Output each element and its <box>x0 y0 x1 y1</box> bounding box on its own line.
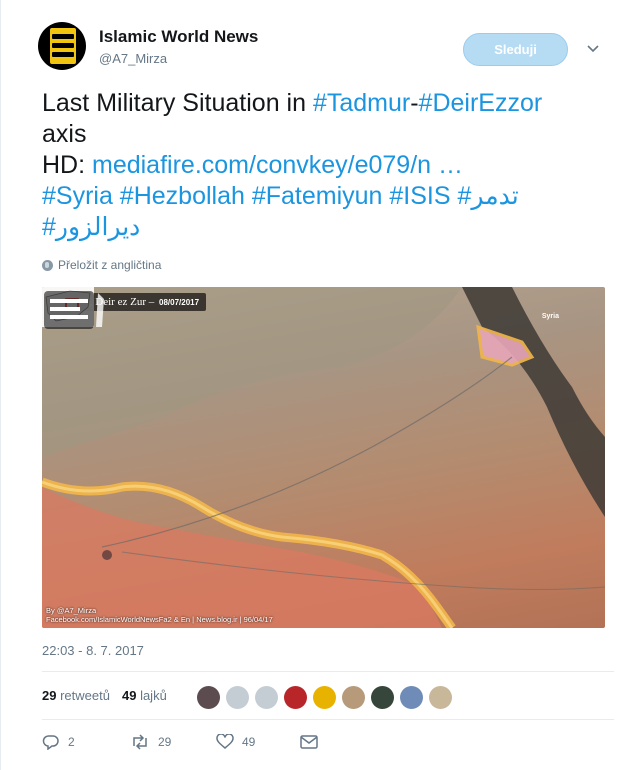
divider <box>42 719 614 720</box>
avatar[interactable] <box>38 22 86 70</box>
credit-line-2: Facebook.com/IslamicWorldNewsFa2 & En | … <box>46 615 273 624</box>
tweet-timestamp[interactable]: 22:03 - 8. 7. 2017 <box>42 643 144 658</box>
tweet-text-span: Last Military Situation in <box>42 89 313 117</box>
tweet-text: Last Military Situation in #Tadmur-#Deir… <box>42 88 612 243</box>
reply-icon <box>42 735 59 750</box>
liker-avatar[interactable] <box>197 686 220 709</box>
tweet-text-span: HD: <box>42 151 92 179</box>
map-date: 08/07/2017 <box>159 298 200 307</box>
tweet-link[interactable]: mediafire.com/convkey/e079/n … <box>92 151 463 179</box>
tweet-line-2: axis <box>42 120 87 148</box>
reply-count: 2 <box>68 735 75 749</box>
likes-count: 49 <box>121 688 137 703</box>
reply-button[interactable]: 2 <box>42 734 130 750</box>
liker-avatar[interactable] <box>400 686 423 709</box>
display-name[interactable]: Islamic World News <box>99 27 258 47</box>
retweets-count: 29 <box>42 688 57 703</box>
inset-label: Syria <box>541 313 559 320</box>
divider <box>42 671 614 672</box>
globe-icon <box>42 259 53 271</box>
map-image[interactable]: Tadmur , Deir ez Zur – 08/07/2017 Syria … <box>42 287 605 628</box>
liker-avatar[interactable] <box>255 686 278 709</box>
hashtag-tadmur[interactable]: #Tadmur <box>313 89 410 117</box>
likes-label: lajků <box>140 688 167 703</box>
likers-list <box>197 686 452 709</box>
liker-avatar[interactable] <box>371 686 394 709</box>
retweets-stat[interactable]: 29 retweetů <box>42 688 110 703</box>
liker-avatar[interactable] <box>226 686 249 709</box>
logo-plate <box>50 28 76 64</box>
tweet-line-3: HD: mediafire.com/convkey/e079/n … <box>42 150 612 181</box>
tweet-line-4: #Syria #Hezbollah #Fatemiyun #ISIS #تدمر <box>42 181 612 212</box>
likes-stat[interactable]: 49 lajků <box>122 688 167 703</box>
translate-link[interactable]: Přeložit z angličtina <box>42 258 161 272</box>
left-border <box>0 0 1 770</box>
tweet-stats: 29 retweetů 49 lajků <box>42 688 167 703</box>
hashtag-deirezzor[interactable]: #DeirEzzor <box>419 89 543 117</box>
retweet-icon <box>133 734 147 750</box>
tweet-text-span: - <box>410 89 419 117</box>
user-handle[interactable]: @A7_Mirza <box>99 51 167 66</box>
hashtag-tadmur-arabic[interactable]: #تدمر <box>458 182 519 210</box>
hashtags[interactable]: #Syria #Hezbollah #Fatemiyun #ISIS <box>42 182 451 210</box>
envelope-icon <box>300 735 318 749</box>
retweet-button[interactable]: 29 <box>130 734 216 750</box>
tweet-line-5: #ديرالزور <box>42 212 612 243</box>
liker-avatar[interactable] <box>342 686 365 709</box>
watermark-logo <box>44 291 104 329</box>
like-count: 49 <box>242 735 256 749</box>
map-credit: By @A7_Mirza Facebook.com/IslamicWorldNe… <box>46 606 273 624</box>
map-graphic <box>42 287 605 628</box>
credit-line-1: By @A7_Mirza <box>46 606 97 615</box>
direct-message-button[interactable] <box>300 735 318 749</box>
tweet-actions: 2 29 49 <box>42 734 318 750</box>
tweet-line-1: Last Military Situation in #Tadmur-#Deir… <box>42 88 612 119</box>
heart-icon <box>216 734 234 749</box>
like-button[interactable]: 49 <box>216 734 300 750</box>
hashtag-deirezzor-arabic[interactable]: #ديرالزور <box>42 213 140 241</box>
liker-avatar[interactable] <box>429 686 452 709</box>
liker-avatar[interactable] <box>284 686 307 709</box>
liker-avatar[interactable] <box>313 686 336 709</box>
following-button[interactable]: Sleduji <box>463 33 568 66</box>
chevron-down-icon[interactable] <box>585 40 601 56</box>
translate-label: Přeložit z angličtina <box>58 258 162 272</box>
retweet-count: 29 <box>158 735 172 749</box>
retweets-label: retweetů <box>60 688 110 703</box>
